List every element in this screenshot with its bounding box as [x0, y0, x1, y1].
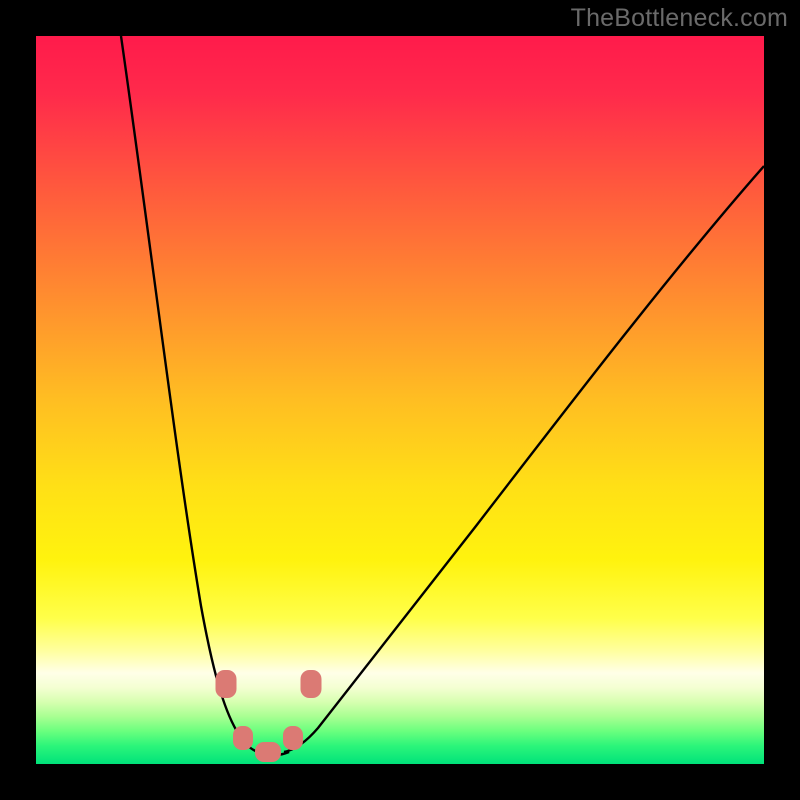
bottleneck-curve [36, 36, 764, 764]
optimal-marker [216, 670, 237, 698]
optimal-marker [233, 726, 253, 750]
chart-frame: TheBottleneck.com [0, 0, 800, 800]
watermark-text: TheBottleneck.com [571, 4, 788, 33]
curve-right-arm [284, 166, 764, 752]
plot-area [36, 36, 764, 764]
curve-left-arm [121, 36, 258, 752]
optimal-marker [255, 742, 281, 762]
optimal-marker [301, 670, 322, 698]
optimal-marker [283, 726, 303, 750]
